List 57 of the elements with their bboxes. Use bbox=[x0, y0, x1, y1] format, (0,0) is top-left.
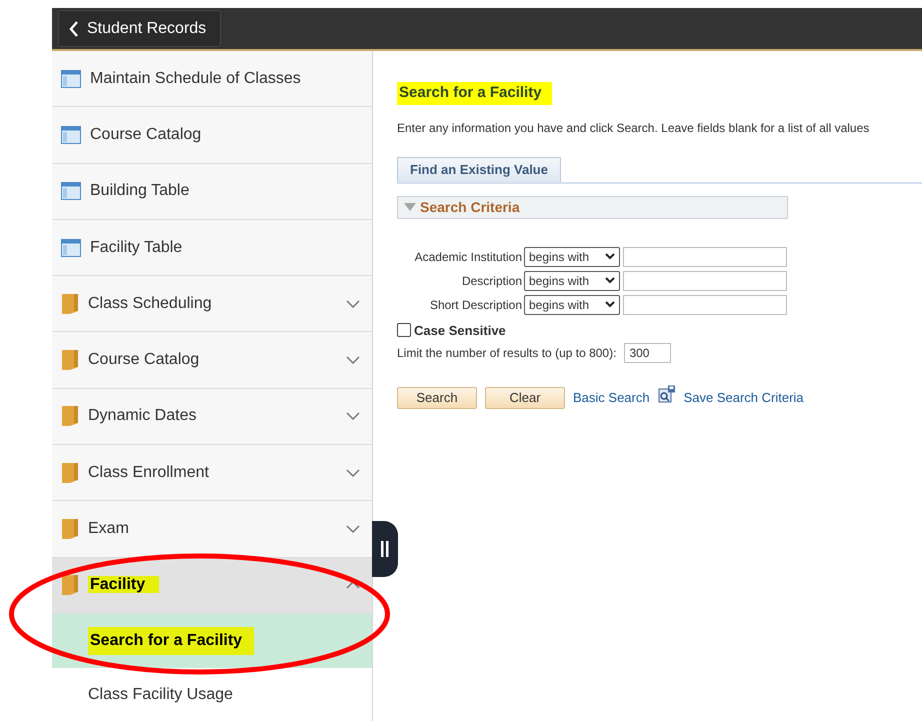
sidebar-subitem[interactable]: Search for a Facility bbox=[52, 614, 372, 668]
page-icon bbox=[61, 238, 81, 257]
triangle-down-icon bbox=[404, 203, 416, 211]
page-icon bbox=[61, 182, 81, 200]
sidebar-item[interactable]: Building Table bbox=[52, 164, 372, 220]
folder-icon bbox=[61, 292, 79, 315]
sidebar-item[interactable]: Facility bbox=[52, 558, 372, 614]
folder-icon bbox=[61, 574, 79, 596]
sidebar-item[interactable]: Dynamic Dates bbox=[52, 388, 372, 446]
page-title: Search for a Facility bbox=[397, 82, 552, 104]
operator-dropdown[interactable]: begins with bbox=[524, 294, 620, 314]
back-button[interactable]: Student Records bbox=[58, 10, 222, 47]
caret-icon bbox=[605, 253, 615, 260]
chevron-down-icon bbox=[346, 411, 360, 422]
checkbox[interactable] bbox=[397, 323, 411, 338]
folder-icon bbox=[61, 518, 79, 540]
link[interactable]: Basic Search bbox=[573, 388, 650, 408]
operator-dropdown[interactable]: begins with bbox=[524, 246, 620, 266]
input-field[interactable] bbox=[623, 246, 787, 266]
action-button[interactable]: Clear bbox=[485, 387, 565, 409]
field-label: Short Description bbox=[428, 296, 522, 314]
caret-icon bbox=[605, 301, 615, 308]
page-icon bbox=[61, 70, 81, 88]
sidebar-item[interactable]: Class Enrollment bbox=[52, 445, 372, 502]
folder-icon bbox=[61, 349, 79, 372]
limit-label: Limit the number of results to (up to 800): bbox=[397, 345, 616, 362]
sidebar-item[interactable]: Class Scheduling bbox=[52, 276, 372, 332]
sidebar-item[interactable]: Course Catalog bbox=[52, 107, 372, 164]
limit-field[interactable]: 300 bbox=[624, 343, 672, 363]
caret-icon bbox=[605, 277, 615, 284]
collapse-handle[interactable] bbox=[372, 521, 398, 577]
sidebar-item[interactable]: Maintain Schedule of Classes bbox=[52, 51, 372, 108]
pause-bars-icon bbox=[381, 541, 389, 557]
field-label: Description bbox=[460, 272, 522, 290]
chevron-down-icon bbox=[346, 468, 360, 478]
tab[interactable]: Find an Existing Value bbox=[397, 157, 561, 182]
action-button[interactable]: Search bbox=[397, 387, 477, 409]
section-header[interactable]: Search Criteria bbox=[397, 196, 788, 218]
folder-icon bbox=[61, 462, 79, 484]
folder-icon bbox=[61, 405, 79, 428]
chevron-up-icon bbox=[346, 580, 360, 590]
chevron-down-icon bbox=[346, 355, 360, 366]
chevron-left-icon bbox=[69, 20, 79, 36]
sidebar-item[interactable]: Facility Table bbox=[52, 220, 372, 276]
field-label: Academic Institution bbox=[414, 248, 522, 266]
chevron-down-icon bbox=[346, 524, 360, 534]
page-icon bbox=[61, 126, 81, 144]
input-field[interactable] bbox=[623, 270, 787, 290]
checkbox-label: Case Sensitive bbox=[414, 322, 506, 340]
sidebar-item[interactable]: Course Catalog bbox=[52, 332, 372, 389]
link[interactable]: Save Search Criteria bbox=[684, 388, 804, 408]
chevron-down-icon bbox=[346, 298, 360, 309]
instructions-text: Enter any information you have and click Search. Leave fields blank for a list of all values bbox=[397, 120, 870, 137]
input-field[interactable] bbox=[623, 294, 787, 314]
operator-dropdown[interactable]: begins with bbox=[524, 270, 620, 290]
sidebar-subitem[interactable]: Class Facility Usage bbox=[52, 668, 372, 721]
save-search-icon[interactable] bbox=[658, 385, 676, 403]
